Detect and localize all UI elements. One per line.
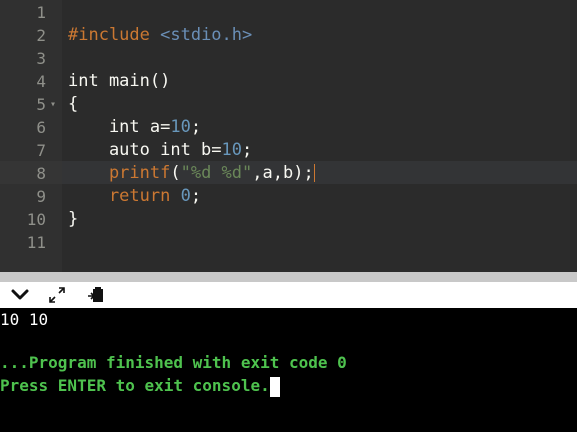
line-number: 10 xyxy=(26,210,46,229)
number-token: 0 xyxy=(180,186,191,206)
line-number: 7 xyxy=(36,141,46,160)
exit-console-prompt-text: Press ENTER to exit console. xyxy=(0,376,270,395)
line-number: 1 xyxy=(36,3,46,22)
code-token: ; xyxy=(190,117,202,137)
number-token: 10 xyxy=(221,140,243,160)
chevron-down-icon[interactable] xyxy=(10,285,30,305)
exit-console-prompt: Press ENTER to exit console. xyxy=(0,374,280,397)
preprocessor-token: #include xyxy=(68,25,150,45)
code-line-return[interactable]: return 0; xyxy=(68,185,201,208)
code-token: ( xyxy=(170,163,181,183)
line-number: 11 xyxy=(26,233,46,252)
include-path-token: <stdio.h> xyxy=(149,25,253,45)
fold-toggle-icon[interactable]: ▾ xyxy=(50,93,56,116)
code-line-open-brace[interactable]: { xyxy=(68,93,78,116)
number-token: 10 xyxy=(170,117,191,137)
app-root: 1 2 3 4 5 ▾ 6 7 8 9 10 11 #include <stdi… xyxy=(0,0,577,432)
line-number: 2 xyxy=(36,26,46,45)
expand-icon[interactable] xyxy=(47,285,67,305)
line-number: 9 xyxy=(36,187,46,206)
line-number: 4 xyxy=(36,72,46,91)
console-cursor xyxy=(269,376,280,397)
code-editor[interactable]: 1 2 3 4 5 ▾ 6 7 8 9 10 11 #include <stdi… xyxy=(0,0,577,272)
line-number: 8 xyxy=(36,164,46,183)
code-token: auto int b= xyxy=(68,140,222,160)
line-number: 5 xyxy=(36,95,46,114)
text-cursor xyxy=(313,164,315,182)
keyword-token: return xyxy=(68,186,181,206)
panel-resize-divider[interactable] xyxy=(0,272,577,282)
output-console[interactable]: 10 10 ...Program finished with exit code… xyxy=(0,308,577,432)
code-token: ,a,b); xyxy=(252,163,314,183)
line-number: 3 xyxy=(36,49,46,68)
code-line-include[interactable]: #include <stdio.h> xyxy=(68,24,252,47)
code-line-printf[interactable]: printf("%d %d",a,b); xyxy=(68,162,315,185)
string-token: "%d %d" xyxy=(180,163,253,183)
code-line-auto-b[interactable]: auto int b=10; xyxy=(68,139,252,162)
code-line-close-brace[interactable]: } xyxy=(68,208,78,231)
code-token: ; xyxy=(242,140,253,160)
console-toolbar xyxy=(0,282,577,308)
program-output-line: 10 10 xyxy=(0,310,49,329)
program-finished-message: ...Program finished with exit code 0 xyxy=(0,353,347,372)
code-token: ; xyxy=(190,186,202,206)
clipboard-icon[interactable] xyxy=(86,285,106,305)
line-number: 6 xyxy=(36,118,46,137)
code-line-int-a[interactable]: int a=10; xyxy=(68,116,201,139)
code-token: int a= xyxy=(68,117,171,137)
function-token: printf xyxy=(68,163,171,183)
code-line-main[interactable]: int main() xyxy=(68,70,170,93)
